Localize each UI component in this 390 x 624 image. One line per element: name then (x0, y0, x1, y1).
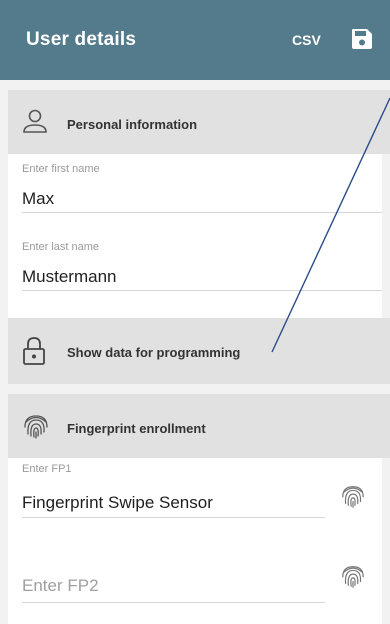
fingerprint-icon (22, 412, 50, 445)
section-label: Show data for programming (67, 345, 241, 360)
fingerprint-icon[interactable] (340, 562, 366, 595)
fp2-underline (22, 602, 325, 603)
app-bar: User details (0, 0, 390, 80)
csv-export-button[interactable]: CSV (292, 32, 321, 48)
last-name-label: Enter last name (22, 241, 100, 253)
first-name-field[interactable]: Enter first name Max (8, 154, 382, 234)
fingerprint-icon[interactable] (340, 482, 366, 515)
save-icon[interactable] (350, 27, 374, 51)
section-label: Fingerprint enrollment (67, 421, 206, 436)
section-label: Personal information (67, 117, 198, 132)
first-name-value[interactable]: Max (22, 189, 54, 209)
first-name-label: Enter first name (22, 163, 100, 175)
lock-icon (22, 336, 46, 371)
page-title: User details (26, 29, 137, 50)
fp1-field[interactable]: Enter FP1 Fingerprint Swipe Sensor (8, 458, 382, 544)
personal-information-header: Personal information (8, 90, 390, 154)
fp1-underline (22, 517, 325, 518)
fingerprint-enrollment-header: Fingerprint enrollment (8, 394, 390, 458)
person-icon (22, 108, 48, 139)
fp1-label: Enter FP1 (22, 463, 72, 475)
fp2-field[interactable]: Enter FP2 (8, 544, 382, 624)
last-name-value[interactable]: Mustermann (22, 267, 116, 287)
fp1-value[interactable]: Fingerprint Swipe Sensor (22, 493, 213, 513)
fp2-placeholder[interactable]: Enter FP2 (22, 576, 99, 596)
last-name-field[interactable]: Enter last name Mustermann (8, 234, 382, 318)
first-name-underline (22, 212, 382, 213)
programming-data-row[interactable]: Show data for programming (8, 318, 390, 384)
last-name-underline (22, 290, 382, 291)
